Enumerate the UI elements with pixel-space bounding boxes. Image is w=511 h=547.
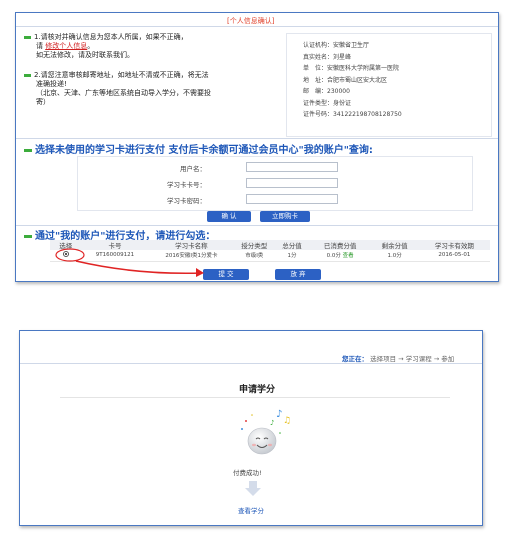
down-arrow-icon [245, 481, 261, 496]
annotation-arrowhead [196, 268, 204, 277]
apply-credit-panel: 您正在： 选择项目 → 学习课程 → 参加 申请学分 ♪ ♫ ♪ 付费成功! 查… [19, 330, 483, 526]
title-divider [60, 397, 450, 398]
personal-info-confirm-panel: [个人信息确认] 1.请核对并确认信息为您本人所属，如果不正确， 请 修改个人信… [15, 12, 499, 282]
breadcrumb: 您正在： 选择项目 → 学习课程 → 参加 [342, 355, 455, 363]
svg-text:♪: ♪ [270, 419, 274, 427]
view-credit-link[interactable]: 查看学分 [238, 505, 264, 515]
annotation-arrow [75, 260, 203, 275]
header-divider [20, 363, 482, 364]
annotation-circle [55, 248, 85, 262]
payment-success-text: 付费成功! [233, 469, 262, 477]
annotation-overlay [55, 248, 204, 277]
happy-face-music-icon: ♪ ♫ ♪ [241, 409, 291, 455]
svg-text:♪: ♪ [276, 409, 282, 420]
page-title: 申请学分 [239, 385, 276, 395]
svg-text:♫: ♫ [283, 416, 291, 426]
